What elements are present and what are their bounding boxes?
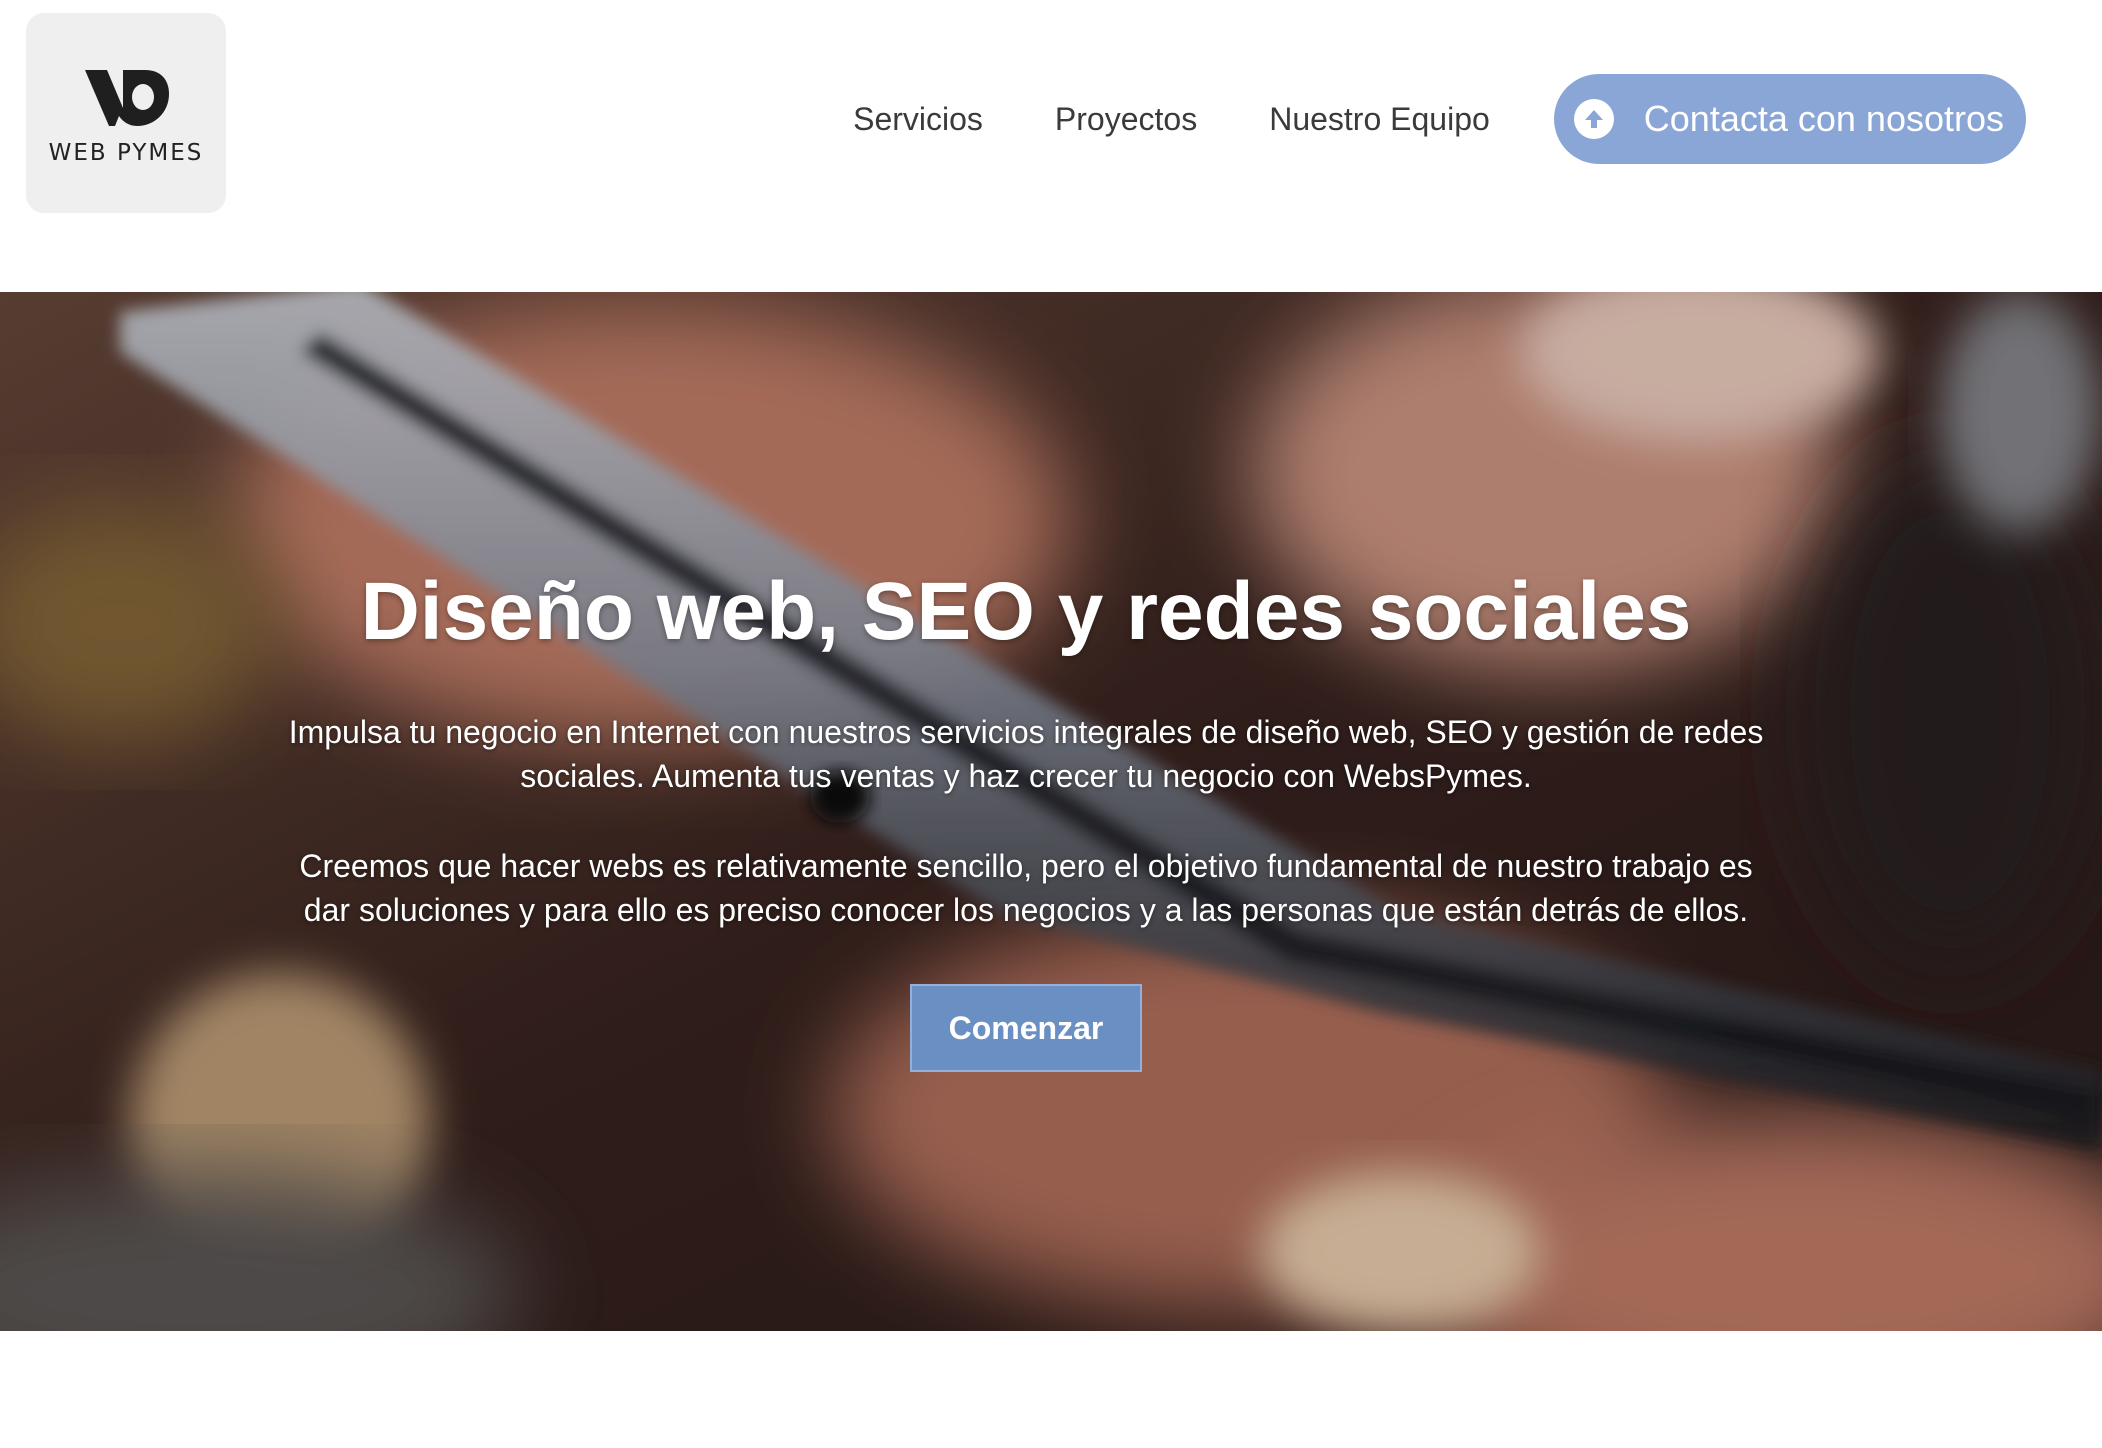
hero-content: Diseño web, SEO y redes sociales Impulsa… — [0, 292, 2052, 1331]
hero-paragraph-intro: Impulsa tu negocio en Internet con nuest… — [288, 714, 1764, 794]
brand-name: WEB PYMES — [48, 140, 204, 166]
nav-link-nuestro-equipo[interactable]: Nuestro Equipo — [1269, 101, 1490, 138]
nav-link-servicios[interactable]: Servicios — [853, 101, 983, 138]
site-header: WEB PYMES Servicios Proyectos Nuestro Eq… — [0, 0, 2102, 292]
contact-button-label: Contacta con nosotros — [1643, 98, 2004, 139]
hero-section: Diseño web, SEO y redes sociales Impulsa… — [0, 292, 2102, 1331]
start-button[interactable]: Comenzar — [910, 984, 1142, 1072]
hero-paragraph-mission: Creemos que hacer webs es relativamente … — [299, 848, 1753, 928]
wp-monogram-icon — [85, 70, 169, 126]
nav-link-proyectos[interactable]: Proyectos — [1055, 101, 1197, 138]
arrow-up-circle-icon — [1573, 99, 1614, 139]
contact-button[interactable]: Contacta con nosotros — [1553, 74, 2026, 164]
hero-title: Diseño web, SEO y redes sociales — [360, 566, 1692, 657]
brand-logo[interactable]: WEB PYMES — [26, 13, 226, 213]
main-nav: Servicios Proyectos Nuestro Equipo Conta… — [853, 74, 2026, 164]
